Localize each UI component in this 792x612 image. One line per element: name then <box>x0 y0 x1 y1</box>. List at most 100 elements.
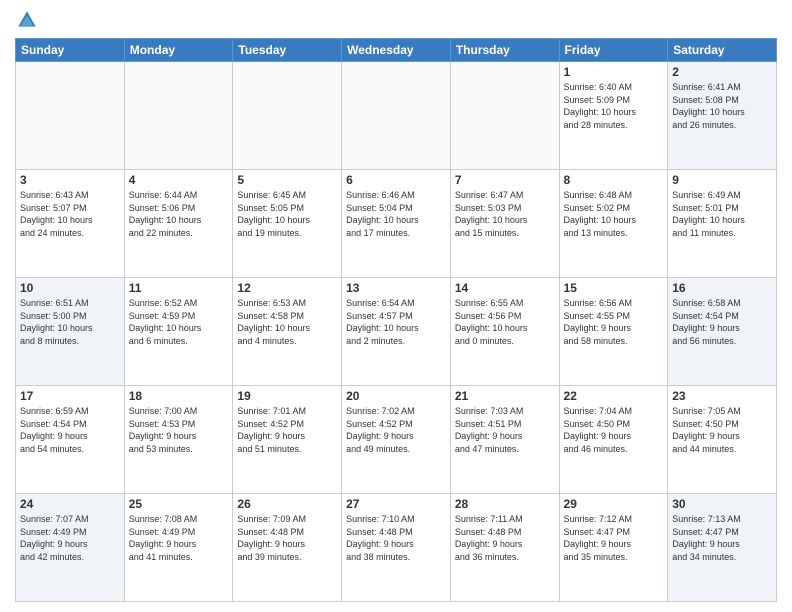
day-info: Sunrise: 7:10 AM Sunset: 4:48 PM Dayligh… <box>346 513 446 563</box>
day-info: Sunrise: 6:44 AM Sunset: 5:06 PM Dayligh… <box>129 189 229 239</box>
day-number: 26 <box>237 497 337 511</box>
day-number: 5 <box>237 173 337 187</box>
day-cell: 30 Sunrise: 7:13 AM Sunset: 4:47 PM Dayli… <box>668 494 777 602</box>
weekday-wednesday: Wednesday <box>342 39 451 62</box>
day-info: Sunrise: 6:54 AM Sunset: 4:57 PM Dayligh… <box>346 297 446 347</box>
week-row-4: 17Sunrise: 6:59 AM Sunset: 4:54 PM Dayli… <box>16 386 777 494</box>
day-number: 24 <box>20 497 120 511</box>
day-number: 21 <box>455 389 555 403</box>
day-number: 2 <box>672 65 772 79</box>
day-info: Sunrise: 7:02 AM Sunset: 4:52 PM Dayligh… <box>346 405 446 455</box>
day-cell: 13 Sunrise: 6:54 AM Sunset: 4:57 PM Dayli… <box>342 278 451 386</box>
day-number: 28 <box>455 497 555 511</box>
day-info: Sunrise: 6:43 AM Sunset: 5:07 PM Dayligh… <box>20 189 120 239</box>
week-row-1: 1Sunrise: 6:40 AM Sunset: 5:09 PM Daylig… <box>16 62 777 170</box>
weekday-thursday: Thursday <box>450 39 559 62</box>
day-info: Sunrise: 6:56 AM Sunset: 4:55 PM Dayligh… <box>564 297 664 347</box>
day-number: 29 <box>564 497 664 511</box>
day-cell: 2 Sunrise: 6:41 AM Sunset: 5:08 PM Daylig… <box>668 62 777 170</box>
day-info: Sunrise: 7:03 AM Sunset: 4:51 PM Dayligh… <box>455 405 555 455</box>
day-cell: 8 Sunrise: 6:48 AM Sunset: 5:02 PM Daylig… <box>559 170 668 278</box>
day-info: Sunrise: 7:09 AM Sunset: 4:48 PM Dayligh… <box>237 513 337 563</box>
logo-icon <box>17 10 37 30</box>
day-info: Sunrise: 6:41 AM Sunset: 5:08 PM Dayligh… <box>672 81 772 131</box>
day-cell: 26 Sunrise: 7:09 AM Sunset: 4:48 PM Dayli… <box>233 494 342 602</box>
day-number: 18 <box>129 389 229 403</box>
day-cell: 5 Sunrise: 6:45 AM Sunset: 5:05 PM Daylig… <box>233 170 342 278</box>
day-cell: 23 Sunrise: 7:05 AM Sunset: 4:50 PM Dayli… <box>668 386 777 494</box>
day-info: Sunrise: 6:47 AM Sunset: 5:03 PM Dayligh… <box>455 189 555 239</box>
day-number: 8 <box>564 173 664 187</box>
day-number: 4 <box>129 173 229 187</box>
day-cell <box>233 62 342 170</box>
day-number: 7 <box>455 173 555 187</box>
day-number: 25 <box>129 497 229 511</box>
day-info: Sunrise: 7:05 AM Sunset: 4:50 PM Dayligh… <box>672 405 772 455</box>
day-info: Sunrise: 6:45 AM Sunset: 5:05 PM Dayligh… <box>237 189 337 239</box>
weekday-sunday: Sunday <box>16 39 125 62</box>
page: SundayMondayTuesdayWednesdayThursdayFrid… <box>0 0 792 612</box>
day-number: 19 <box>237 389 337 403</box>
day-cell: 21 Sunrise: 7:03 AM Sunset: 4:51 PM Dayli… <box>450 386 559 494</box>
day-cell: 27 Sunrise: 7:10 AM Sunset: 4:48 PM Dayli… <box>342 494 451 602</box>
week-row-3: 10 Sunrise: 6:51 AM Sunset: 5:00 PM Dayli… <box>16 278 777 386</box>
day-info: Sunrise: 7:00 AM Sunset: 4:53 PM Dayligh… <box>129 405 229 455</box>
day-cell <box>124 62 233 170</box>
day-number: 10 <box>20 281 120 295</box>
day-info: Sunrise: 6:49 AM Sunset: 5:01 PM Dayligh… <box>672 189 772 239</box>
day-number: 15 <box>564 281 664 295</box>
day-cell: 25Sunrise: 7:08 AM Sunset: 4:49 PM Dayli… <box>124 494 233 602</box>
header <box>15 10 777 30</box>
day-cell: 24Sunrise: 7:07 AM Sunset: 4:49 PM Dayli… <box>16 494 125 602</box>
day-cell: 7 Sunrise: 6:47 AM Sunset: 5:03 PM Daylig… <box>450 170 559 278</box>
day-info: Sunrise: 6:40 AM Sunset: 5:09 PM Dayligh… <box>564 81 664 131</box>
day-info: Sunrise: 6:52 AM Sunset: 4:59 PM Dayligh… <box>129 297 229 347</box>
day-info: Sunrise: 6:53 AM Sunset: 4:58 PM Dayligh… <box>237 297 337 347</box>
day-cell: 15 Sunrise: 6:56 AM Sunset: 4:55 PM Dayli… <box>559 278 668 386</box>
day-number: 3 <box>20 173 120 187</box>
day-cell: 20 Sunrise: 7:02 AM Sunset: 4:52 PM Dayli… <box>342 386 451 494</box>
day-cell <box>450 62 559 170</box>
day-info: Sunrise: 6:55 AM Sunset: 4:56 PM Dayligh… <box>455 297 555 347</box>
day-number: 6 <box>346 173 446 187</box>
week-row-2: 3 Sunrise: 6:43 AM Sunset: 5:07 PM Daylig… <box>16 170 777 278</box>
day-number: 27 <box>346 497 446 511</box>
day-info: Sunrise: 6:59 AM Sunset: 4:54 PM Dayligh… <box>20 405 120 455</box>
day-number: 12 <box>237 281 337 295</box>
calendar-table: SundayMondayTuesdayWednesdayThursdayFrid… <box>15 38 777 602</box>
day-number: 14 <box>455 281 555 295</box>
weekday-saturday: Saturday <box>668 39 777 62</box>
day-cell: 17Sunrise: 6:59 AM Sunset: 4:54 PM Dayli… <box>16 386 125 494</box>
day-info: Sunrise: 7:12 AM Sunset: 4:47 PM Dayligh… <box>564 513 664 563</box>
day-number: 11 <box>129 281 229 295</box>
day-cell: 11 Sunrise: 6:52 AM Sunset: 4:59 PM Dayli… <box>124 278 233 386</box>
day-cell: 10 Sunrise: 6:51 AM Sunset: 5:00 PM Dayli… <box>16 278 125 386</box>
day-info: Sunrise: 6:48 AM Sunset: 5:02 PM Dayligh… <box>564 189 664 239</box>
day-cell: 22 Sunrise: 7:04 AM Sunset: 4:50 PM Dayli… <box>559 386 668 494</box>
day-cell: 19 Sunrise: 7:01 AM Sunset: 4:52 PM Dayli… <box>233 386 342 494</box>
weekday-header-row: SundayMondayTuesdayWednesdayThursdayFrid… <box>16 39 777 62</box>
day-number: 30 <box>672 497 772 511</box>
day-cell: 14 Sunrise: 6:55 AM Sunset: 4:56 PM Dayli… <box>450 278 559 386</box>
day-info: Sunrise: 7:01 AM Sunset: 4:52 PM Dayligh… <box>237 405 337 455</box>
day-info: Sunrise: 6:46 AM Sunset: 5:04 PM Dayligh… <box>346 189 446 239</box>
day-number: 13 <box>346 281 446 295</box>
weekday-monday: Monday <box>124 39 233 62</box>
day-info: Sunrise: 6:51 AM Sunset: 5:00 PM Dayligh… <box>20 297 120 347</box>
day-cell: 29 Sunrise: 7:12 AM Sunset: 4:47 PM Dayli… <box>559 494 668 602</box>
day-info: Sunrise: 6:58 AM Sunset: 4:54 PM Dayligh… <box>672 297 772 347</box>
day-number: 22 <box>564 389 664 403</box>
day-info: Sunrise: 7:04 AM Sunset: 4:50 PM Dayligh… <box>564 405 664 455</box>
day-cell: 6 Sunrise: 6:46 AM Sunset: 5:04 PM Daylig… <box>342 170 451 278</box>
day-number: 23 <box>672 389 772 403</box>
day-info: Sunrise: 7:11 AM Sunset: 4:48 PM Dayligh… <box>455 513 555 563</box>
day-cell: 16Sunrise: 6:58 AM Sunset: 4:54 PM Dayli… <box>668 278 777 386</box>
day-cell: 28 Sunrise: 7:11 AM Sunset: 4:48 PM Dayli… <box>450 494 559 602</box>
day-number: 9 <box>672 173 772 187</box>
day-cell: 4 Sunrise: 6:44 AM Sunset: 5:06 PM Daylig… <box>124 170 233 278</box>
day-info: Sunrise: 7:13 AM Sunset: 4:47 PM Dayligh… <box>672 513 772 563</box>
weekday-friday: Friday <box>559 39 668 62</box>
weekday-tuesday: Tuesday <box>233 39 342 62</box>
day-cell <box>16 62 125 170</box>
day-number: 20 <box>346 389 446 403</box>
